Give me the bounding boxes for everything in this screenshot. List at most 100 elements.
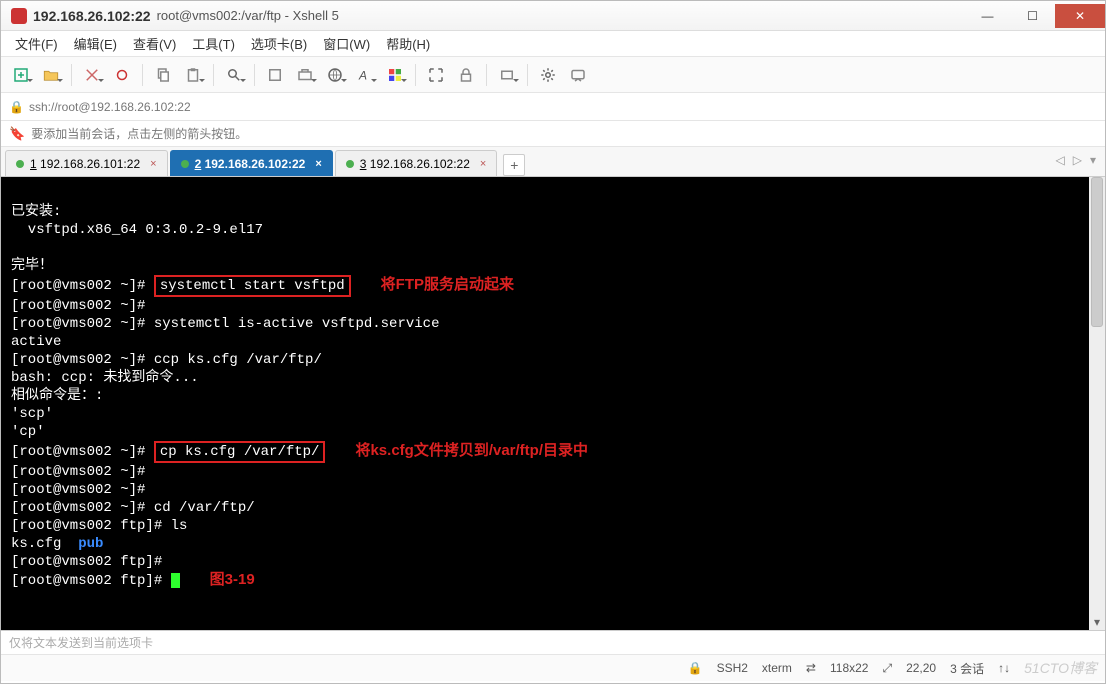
position-icon: ⤢ [882, 661, 892, 676]
settings-button[interactable] [534, 61, 562, 89]
send-input-placeholder: 仅将文本发送到当前选项卡 [9, 634, 153, 651]
ls-file: ks.cfg [11, 536, 78, 552]
transfer-button[interactable] [291, 61, 319, 89]
tab-navigation: ◁ ▷ ▾ [1053, 153, 1100, 167]
status-termtype: xterm [762, 661, 792, 675]
tab-session-2[interactable]: 2 192.168.26.102:22 × [170, 150, 333, 176]
new-session-button[interactable] [7, 61, 35, 89]
term-prompt: [root@vms002 ~]# [11, 444, 154, 460]
close-tab-icon[interactable]: × [480, 158, 486, 170]
separator [71, 64, 72, 86]
window-title-main: 192.168.26.102:22 [33, 8, 151, 24]
network-icon: ↑↓ [998, 661, 1010, 675]
window-title-sub: root@vms002:/var/ftp - Xshell 5 [157, 8, 339, 23]
app-icon [11, 8, 27, 24]
separator [415, 64, 416, 86]
status-dot-icon [181, 160, 189, 168]
term-line: 'scp' [11, 406, 53, 422]
fullscreen-button[interactable] [422, 61, 450, 89]
close-tab-icon[interactable]: × [150, 158, 156, 170]
terminal-scrollbar[interactable]: ▾ [1089, 177, 1105, 630]
status-sessions: 3 会话 [950, 660, 984, 677]
tab-list-button[interactable]: ▾ [1087, 153, 1099, 167]
status-bar: 🔒 SSH2 xterm ⇄ 118x22 ⤢ 22,20 3 会话 ↑↓ 51… [1, 655, 1105, 681]
separator [213, 64, 214, 86]
menu-file[interactable]: 文件(F) [9, 31, 64, 56]
watermark-text: 51CTO博客 [1024, 658, 1097, 678]
lock-icon: 🔒 [9, 100, 23, 114]
hint-text: 要添加当前会话，点击左侧的箭头按钮。 [31, 125, 247, 142]
term-line: 已安装: [11, 204, 61, 220]
separator [142, 64, 143, 86]
separator [254, 64, 255, 86]
scroll-thumb[interactable] [1091, 177, 1103, 327]
annotation: 将FTP服务启动起来 [381, 276, 514, 293]
term-line: vsftpd.x86_64 0:3.0.2-9.el17 [11, 222, 263, 238]
address-text: ssh://root@192.168.26.102:22 [29, 100, 191, 114]
term-line: [root@vms002 ftp]# [11, 554, 162, 570]
term-line: 相似命令是：: [11, 388, 103, 404]
disconnect-button[interactable] [108, 61, 136, 89]
add-tab-button[interactable]: + [503, 154, 525, 176]
properties-button[interactable] [261, 61, 289, 89]
find-button[interactable] [220, 61, 248, 89]
lock-icon: 🔒 [688, 661, 703, 675]
send-input-bar[interactable]: 仅将文本发送到当前选项卡 [1, 631, 1105, 655]
hint-bar: 🔖 要添加当前会话，点击左侧的箭头按钮。 [1, 121, 1105, 147]
tab-label: 2 192.168.26.102:22 [195, 157, 306, 171]
term-line: [root@vms002 ~]# [11, 464, 145, 480]
term-line: [root@vms002 ftp]# ls [11, 518, 187, 534]
help-button[interactable] [564, 61, 592, 89]
figure-label: 图3-19 [210, 571, 255, 588]
term-line: [root@vms002 ~]# [11, 482, 145, 498]
menu-edit[interactable]: 编辑(E) [68, 31, 123, 56]
term-line: [root@vms002 ~]# ccp ks.cfg /var/ftp/ [11, 352, 322, 368]
status-dot-icon [346, 160, 354, 168]
tab-bar: 1 192.168.26.101:22 × 2 192.168.26.102:2… [1, 147, 1105, 177]
reconnect-button[interactable] [78, 61, 106, 89]
close-button[interactable]: ✕ [1055, 4, 1105, 28]
status-size: 118x22 [830, 661, 868, 675]
paste-button[interactable] [179, 61, 207, 89]
tab-session-1[interactable]: 1 192.168.26.101:22 × [5, 150, 168, 176]
copy-button[interactable] [149, 61, 177, 89]
tab-prev-button[interactable]: ◁ [1053, 153, 1068, 167]
cursor-icon [171, 573, 180, 588]
tab-label: 1 192.168.26.101:22 [30, 157, 140, 171]
minimize-button[interactable]: — [965, 4, 1010, 28]
term-line: [root@vms002 ~]# systemctl is-active vsf… [11, 316, 439, 332]
term-line: [root@vms002 ~]# [11, 298, 145, 314]
toolbar: A [1, 57, 1105, 93]
ls-dir: pub [78, 536, 103, 552]
separator [486, 64, 487, 86]
status-protocol: SSH2 [717, 661, 748, 675]
title-bar: 192.168.26.102:22 root@vms002:/var/ftp -… [1, 1, 1105, 31]
tunnel-button[interactable] [493, 61, 521, 89]
color-button[interactable] [381, 61, 409, 89]
menu-help[interactable]: 帮助(H) [380, 31, 436, 56]
menu-window[interactable]: 窗口(W) [317, 31, 376, 56]
term-prompt: [root@vms002 ~]# [11, 278, 154, 294]
terminal-pane[interactable]: 已安装: vsftpd.x86_64 0:3.0.2-9.el17 完毕！ [r… [1, 177, 1105, 631]
term-prompt: [root@vms002 ftp]# [11, 573, 171, 589]
close-tab-icon[interactable]: × [315, 158, 321, 170]
address-bar[interactable]: 🔒 ssh://root@192.168.26.102:22 [1, 93, 1105, 121]
menu-tools[interactable]: 工具(T) [186, 31, 241, 56]
menu-view[interactable]: 查看(V) [127, 31, 182, 56]
tab-next-button[interactable]: ▷ [1070, 153, 1085, 167]
language-button[interactable] [321, 61, 349, 89]
bookmark-icon[interactable]: 🔖 [9, 126, 25, 142]
scroll-down-icon[interactable]: ▾ [1089, 614, 1105, 630]
open-session-button[interactable] [37, 61, 65, 89]
term-line: active [11, 334, 61, 350]
term-line: [root@vms002 ~]# cd /var/ftp/ [11, 500, 255, 516]
tab-session-3[interactable]: 3 192.168.26.102:22 × [335, 150, 498, 176]
svg-text:A: A [358, 68, 367, 82]
font-button[interactable]: A [351, 61, 379, 89]
menu-tabs[interactable]: 选项卡(B) [245, 31, 313, 56]
status-position: 22,20 [906, 661, 936, 675]
maximize-button[interactable]: ☐ [1010, 4, 1055, 28]
term-line: 'cp' [11, 424, 45, 440]
term-line: 完毕！ [11, 258, 53, 274]
lock-button[interactable] [452, 61, 480, 89]
